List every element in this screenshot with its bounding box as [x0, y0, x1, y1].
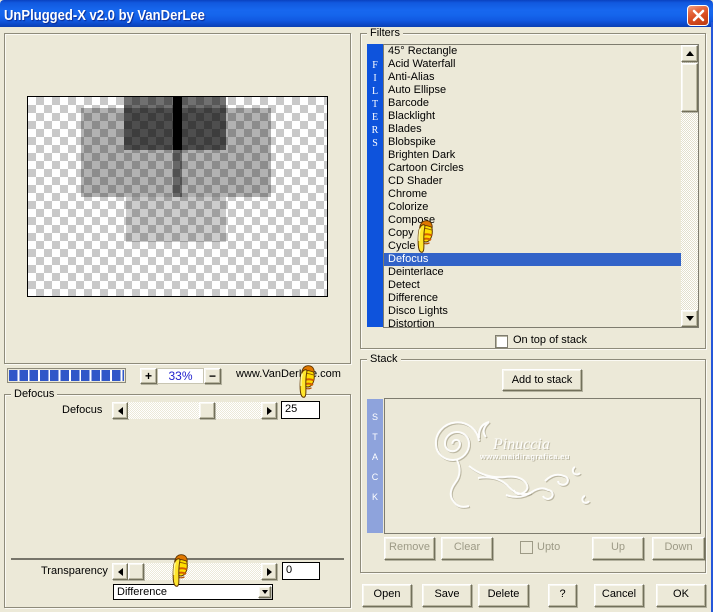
svg-text:Pinuccia: Pinuccia [492, 436, 550, 453]
svg-text:www.maidiragrafica.eu: www.maidiragrafica.eu [479, 452, 570, 461]
